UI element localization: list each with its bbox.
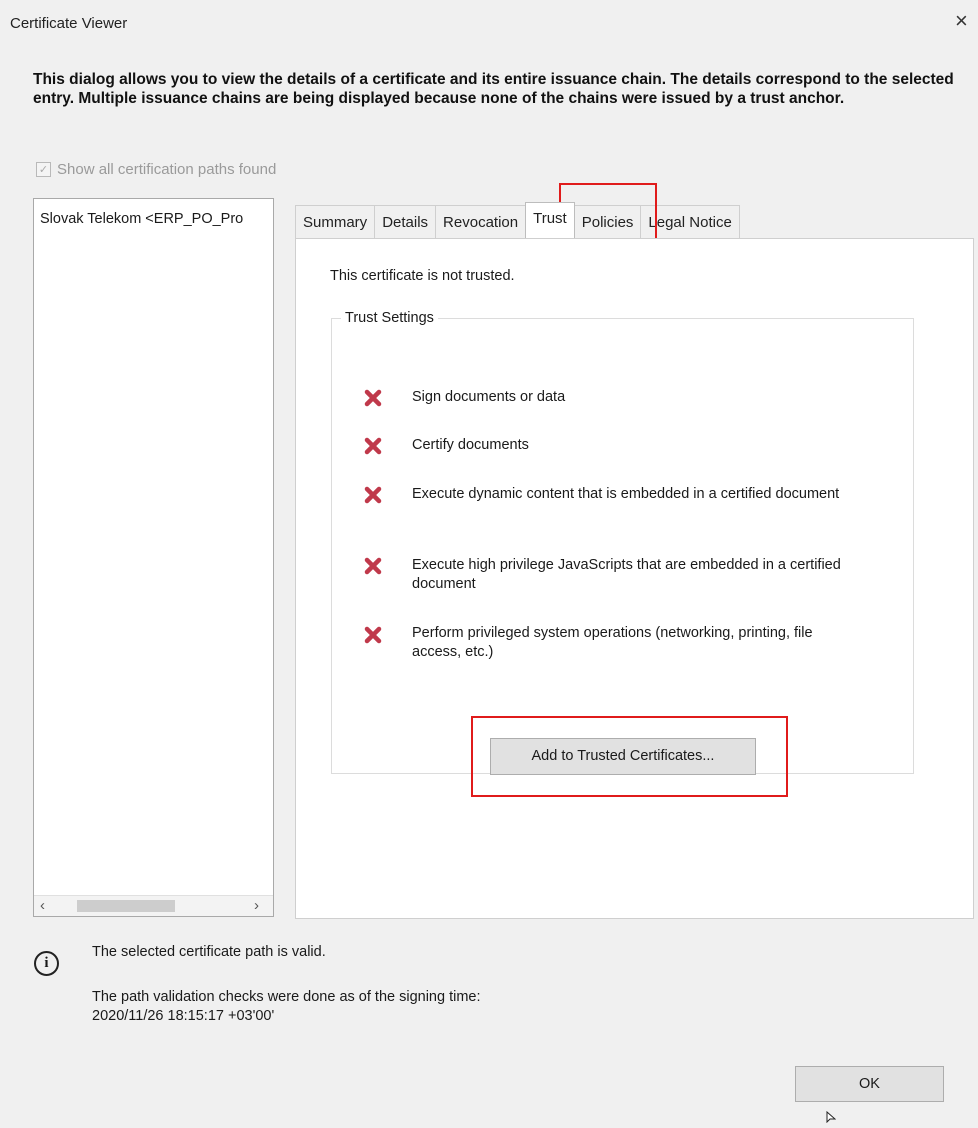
ok-button[interactable]: OK <box>795 1066 944 1102</box>
tab-details[interactable]: Details <box>374 205 437 238</box>
permission-dynamic-content: Execute dynamic content that is embedded… <box>412 486 840 502</box>
permission-sign-documents: Sign documents or data <box>412 389 566 405</box>
tree-item-certificate[interactable]: Slovak Telekom <ERP_PO_Pro <box>40 211 268 227</box>
permission-high-privilege-js: Execute high privilege JavaScripts that … <box>412 557 841 592</box>
tab-revocation[interactable]: Revocation <box>435 205 527 238</box>
scroll-thumb[interactable] <box>77 900 175 912</box>
tab-summary[interactable]: Summary <box>295 205 376 238</box>
red-x-icon <box>364 389 382 407</box>
scroll-right-icon[interactable]: › <box>254 897 259 914</box>
show-all-paths-label: Show all certification paths found <box>57 161 277 178</box>
validation-timestamp: 2020/11/26 18:15:17 +03'00' <box>92 1008 275 1024</box>
trust-settings-title: Trust Settings <box>341 310 438 326</box>
red-x-icon <box>364 626 382 644</box>
tab-trust[interactable]: Trust <box>525 202 575 238</box>
add-button-highlight <box>471 716 788 797</box>
scroll-left-icon[interactable]: ‹ <box>40 897 45 914</box>
permission-system-operations: Perform privileged system operations (ne… <box>412 625 813 660</box>
permission-certify-documents: Certify documents <box>412 437 529 453</box>
close-icon[interactable]: × <box>955 10 968 32</box>
show-all-paths-checkbox[interactable]: ✓ Show all certification paths found <box>36 161 276 178</box>
checkbox-check-icon[interactable]: ✓ <box>36 162 51 177</box>
validation-line: The path validation checks were done as … <box>92 989 481 1005</box>
info-icon: i <box>34 951 59 976</box>
validation-info: The path validation checks were done as … <box>92 988 481 1026</box>
red-x-icon <box>364 437 382 455</box>
horizontal-scrollbar[interactable]: ‹ › <box>34 895 273 916</box>
trust-settings-group <box>331 318 914 774</box>
path-valid-status: The selected certificate path is valid. <box>92 944 326 960</box>
mouse-cursor-icon <box>826 1110 837 1128</box>
trust-status-text: This certificate is not trusted. <box>330 268 515 284</box>
red-x-icon <box>364 557 382 575</box>
certificate-path-tree[interactable]: Slovak Telekom <ERP_PO_Pro ‹ › <box>33 198 274 917</box>
red-x-icon <box>364 486 382 504</box>
tab-strip: Summary Details Revocation Trust Policie… <box>295 202 740 238</box>
dialog-description: This dialog allows you to view the detai… <box>33 71 954 107</box>
window-title: Certificate Viewer <box>10 15 128 32</box>
